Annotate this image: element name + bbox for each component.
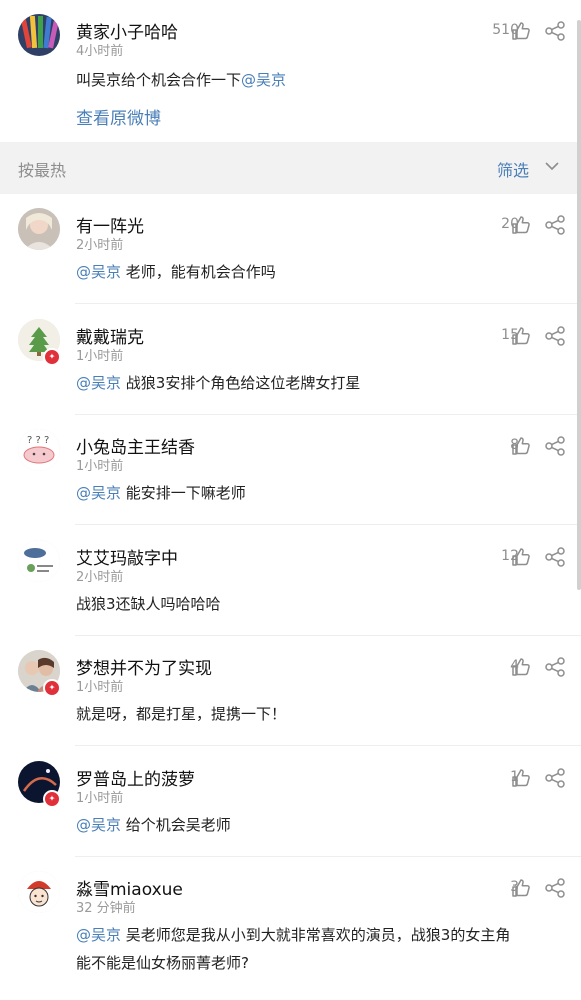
comment-mention-link[interactable]: @吴京 bbox=[76, 374, 121, 392]
post-time: 4小时前 bbox=[76, 44, 124, 59]
comment-mention-link[interactable]: @吴京 bbox=[76, 926, 121, 944]
scrollbar[interactable] bbox=[577, 20, 581, 590]
comment-avatar[interactable]: ? ? ? bbox=[18, 429, 60, 471]
thumbs-up-icon[interactable] bbox=[511, 215, 531, 235]
share-icon[interactable] bbox=[544, 767, 566, 789]
comment-text: 就是呀，都是打星，提携一下！ bbox=[76, 700, 563, 728]
original-post: 黄家小子哈哈 4小时前 510 叫吴京给个机会合作一下@吴京 查看原微博 bbox=[0, 0, 581, 142]
post-mention-link[interactable]: @吴京 bbox=[241, 71, 286, 89]
comment-text: @吴京 吴老师您是我从小到大就非常喜欢的演员，战狼3的女主角能不能是仙女杨丽菁老… bbox=[76, 921, 563, 977]
comment-text: @吴京 老师，能有机会合作吗 bbox=[76, 258, 563, 286]
share-icon[interactable] bbox=[544, 656, 566, 678]
comment-item: 有一阵光 2小时前 20 @吴京 老师，能有机会合作吗 bbox=[0, 194, 581, 304]
comment-text-content: 给个机会吴老师 bbox=[121, 815, 231, 834]
thumbs-up-icon[interactable] bbox=[511, 657, 531, 677]
comment-text: @吴京 给个机会吴老师 bbox=[76, 811, 563, 839]
verified-badge-icon: ✦ bbox=[43, 789, 61, 808]
comment-text: @吴京 能安排一下嘛老师 bbox=[76, 479, 563, 507]
comment-text: @吴京 战狼3安排个角色给这位老牌女打星 bbox=[76, 369, 563, 397]
thumbs-up-icon[interactable] bbox=[511, 768, 531, 788]
comment-item: ✦ 梦想并不为了实现 1小时前 4 就是呀，都是打星，提携一下！ bbox=[0, 636, 581, 746]
filter-button[interactable]: 筛选 bbox=[497, 157, 529, 181]
share-icon[interactable] bbox=[544, 435, 566, 457]
comment-text-content: 就是呀，都是打星，提携一下！ bbox=[76, 705, 287, 723]
comment-mention-link[interactable]: @吴京 bbox=[76, 484, 121, 502]
share-icon[interactable] bbox=[544, 20, 566, 42]
comment-text-content-line2: 能不能是仙女杨丽菁老师? bbox=[76, 954, 249, 972]
comment-text-content: 吴老师您是我从小到大就非常喜欢的演员，战狼3的女主角 bbox=[121, 926, 511, 944]
thumbs-up-icon[interactable] bbox=[511, 326, 531, 346]
comment-time: 32 分钟前 bbox=[76, 901, 136, 916]
thumbs-up-icon[interactable] bbox=[511, 547, 531, 567]
svg-text:? ? ?: ? ? ? bbox=[27, 435, 49, 446]
verified-badge-icon: ✦ bbox=[43, 347, 61, 366]
thumbs-up-icon[interactable] bbox=[511, 878, 531, 898]
comment-avatar[interactable] bbox=[18, 871, 60, 913]
comment-text: 战狼3还缺人吗哈哈哈 bbox=[76, 590, 563, 618]
post-text: 叫吴京给个机会合作一下@吴京 bbox=[76, 66, 286, 94]
post-text-content: 叫吴京给个机会合作一下 bbox=[76, 71, 242, 89]
comment-text-content: 战狼3还缺人吗哈哈哈 bbox=[76, 594, 221, 613]
comment-text-content: 能安排一下嘛老师 bbox=[121, 484, 246, 502]
post-author-avatar[interactable] bbox=[18, 14, 60, 56]
share-icon[interactable] bbox=[544, 214, 566, 236]
chevron-down-icon[interactable] bbox=[545, 161, 559, 171]
comment-time: 1小时前 bbox=[76, 790, 124, 806]
sort-bar: 按最热 筛选 bbox=[0, 142, 581, 194]
sort-by-hot-label[interactable]: 按最热 bbox=[18, 157, 66, 181]
comment-avatar[interactable] bbox=[18, 208, 60, 250]
thumbs-up-icon[interactable] bbox=[511, 436, 531, 456]
comment-mention-link[interactable]: @吴京 bbox=[76, 263, 121, 281]
comment-time: 2小时前 bbox=[76, 569, 124, 585]
verified-badge-icon: ✦ bbox=[43, 679, 61, 697]
share-icon[interactable] bbox=[544, 546, 566, 568]
comment-text-content: 老师，能有机会合作吗 bbox=[121, 263, 276, 281]
share-icon[interactable] bbox=[544, 325, 566, 347]
share-icon[interactable] bbox=[544, 877, 566, 899]
comment-item: ? ? ? 小兔岛主王结香 1小时前 8 @吴京 能安排一下嘛老师 bbox=[0, 415, 581, 525]
comment-avatar[interactable] bbox=[18, 539, 60, 582]
comment-mention-link[interactable]: @吴京 bbox=[76, 816, 121, 834]
view-original-link[interactable]: 查看原微博 bbox=[76, 104, 161, 129]
comment-time: 1小时前 bbox=[76, 459, 124, 474]
comment-item: 淼雪miaoxue 32 分钟前 3 @吴京 吴老师您是我从小到大就非常喜欢的演员，战… bbox=[0, 857, 581, 972]
comment-time: 2小时前 bbox=[76, 238, 124, 253]
comment-item: ✦ 罗普岛上的菠萝 1小时前 1 @吴京 给个机会吴老师 bbox=[0, 747, 581, 857]
thumbs-up-icon[interactable] bbox=[511, 21, 531, 41]
comment-item: 艾艾玛敲字中 2小时前 12 战狼3还缺人吗哈哈哈 bbox=[0, 526, 581, 636]
comment-item: ✦ 戴戴瑞克 1小时前 15 @吴京 战狼3安排个角色给这位老牌女打星 bbox=[0, 305, 581, 415]
comment-text-content: 战狼3安排个角色给这位老牌女打星 bbox=[121, 373, 361, 392]
comment-time: 1小时前 bbox=[76, 348, 124, 364]
comment-time: 1小时前 bbox=[76, 680, 124, 695]
